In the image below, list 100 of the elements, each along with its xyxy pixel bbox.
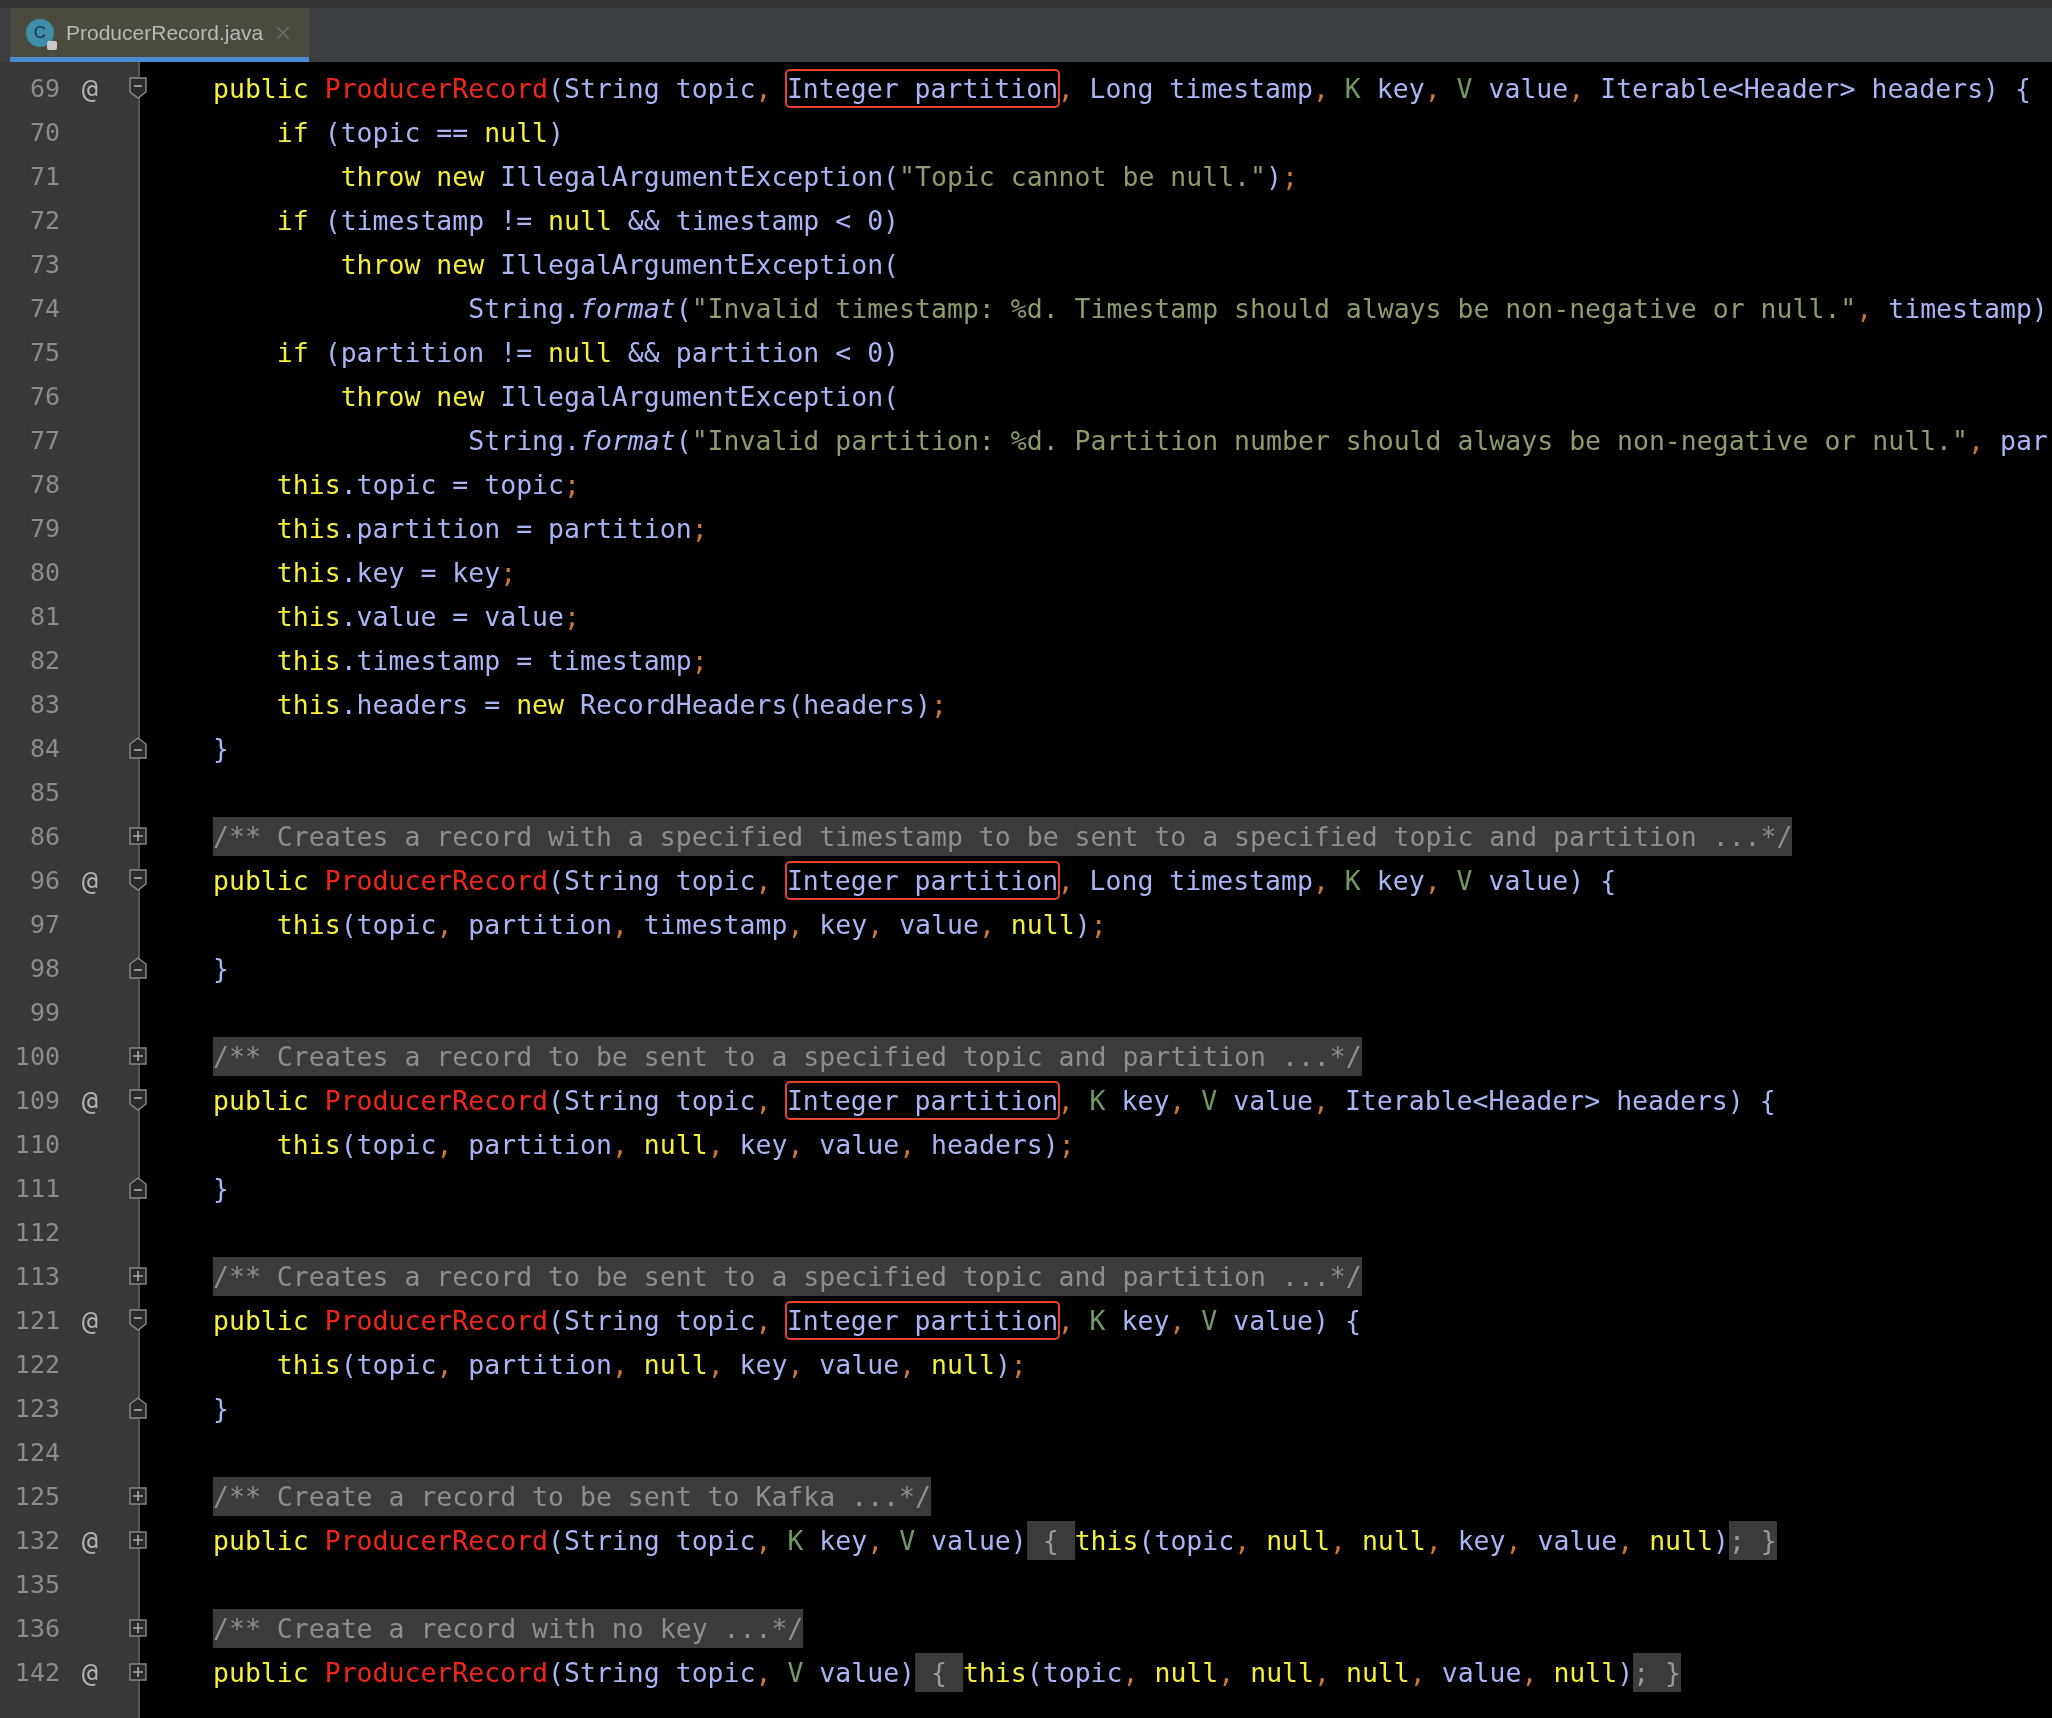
fold-icon[interactable] — [129, 1177, 147, 1199]
line-number: 84 — [28, 733, 60, 763]
line-number: 125 — [13, 1481, 60, 1511]
code-text: if (partition != null && partition < 0) — [275, 336, 900, 368]
expand-icon[interactable] — [129, 1487, 147, 1505]
line-number: 78 — [28, 469, 60, 499]
expand-icon[interactable] — [129, 827, 147, 845]
fold-icon[interactable] — [129, 737, 147, 759]
line-number: 136 — [13, 1613, 60, 1643]
code-comment: /** Create a record with no key ...*/ — [213, 1608, 804, 1648]
code-text: this.headers = new RecordHeaders(headers); — [275, 688, 947, 720]
code-text: } — [213, 1392, 229, 1424]
line-number: 142 — [13, 1657, 60, 1687]
fold-icon[interactable] — [129, 1397, 147, 1419]
expand-icon[interactable] — [129, 1619, 147, 1637]
fold-icon[interactable] — [129, 1309, 147, 1331]
line-number: 81 — [28, 601, 60, 631]
expand-icon[interactable] — [129, 1531, 147, 1549]
folded-code-marker: ; } — [1633, 1652, 1682, 1692]
expand-icon[interactable] — [129, 1047, 147, 1065]
line-number: 85 — [28, 777, 60, 807]
code-text: throw new IllegalArgumentException("Topic cannot be null."); — [339, 160, 1298, 192]
code-text: this(topic, partition, null, key, value, null); — [275, 1348, 1027, 1380]
code-text: public ProducerRecord(String topic, — [213, 1084, 773, 1116]
code-text: } — [213, 952, 229, 984]
line-number: 123 — [13, 1393, 60, 1423]
code-text: String.format("Invalid partition: %d. Partition number should always be non-negative or null.", par — [467, 424, 2048, 456]
code-text: this(topic, null, null, null, value, null) — [962, 1656, 1634, 1688]
fold-icon[interactable] — [129, 77, 147, 99]
highlight-box: Integer partition — [784, 68, 1061, 108]
code-text: } — [213, 1172, 229, 1204]
code-text: String.format("Invalid timestamp: %d. Timestamp should always be non-negative or null.", timestamp) — [467, 292, 2048, 324]
folded-code-marker: ; } — [1728, 1520, 1777, 1560]
line-number: 83 — [28, 689, 60, 719]
expand-icon[interactable] — [129, 1663, 147, 1681]
override-marker[interactable]: @ — [81, 72, 99, 104]
code-comment: /** Creates a record to be sent to a specified topic and partition ...*/ — [213, 1036, 1362, 1076]
line-number: 111 — [13, 1173, 60, 1203]
override-marker[interactable]: @ — [81, 1524, 99, 1556]
code-text: this(topic, partition, timestamp, key, value, null); — [275, 908, 1107, 940]
line-number: 69 — [28, 73, 60, 103]
line-number: 132 — [13, 1525, 60, 1555]
line-number: 73 — [28, 249, 60, 279]
line-number: 109 — [13, 1085, 60, 1115]
fold-icon[interactable] — [129, 1089, 147, 1111]
code-text: if (topic == null) — [275, 116, 565, 148]
expand-icon[interactable] — [129, 1267, 147, 1285]
override-marker[interactable]: @ — [81, 1656, 99, 1688]
code-comment: /** Creates a record with a specified timestamp to be sent to a specified topic and partition ...*/ — [213, 816, 1793, 856]
code-text: this.value = value; — [275, 600, 580, 632]
folded-code-marker: { — [915, 1652, 963, 1692]
java-class-icon: C — [26, 18, 54, 47]
line-number: 82 — [28, 645, 60, 675]
line-number: 121 — [13, 1305, 60, 1335]
folded-code-marker: { — [1026, 1520, 1075, 1560]
code-comment: /** Create a record to be sent to Kafka ...*/ — [213, 1476, 931, 1516]
code-text: public ProducerRecord(String topic, — [213, 1304, 773, 1336]
line-number: 135 — [13, 1569, 60, 1599]
code-text: public ProducerRecord(String topic, V value) — [213, 1656, 916, 1688]
code-text: throw new IllegalArgumentException( — [339, 380, 900, 412]
code-text: this.key = key; — [275, 556, 517, 588]
line-number: 124 — [13, 1437, 60, 1467]
line-number: 74 — [28, 293, 60, 323]
code-text: this(topic, null, null, key, value, null) — [1074, 1524, 1729, 1556]
override-marker[interactable]: @ — [81, 864, 99, 896]
line-number: 113 — [13, 1261, 60, 1291]
code-text: this(topic, partition, null, key, value, headers); — [275, 1128, 1075, 1160]
highlight-box: Integer partition — [784, 1080, 1061, 1120]
line-number: 100 — [13, 1041, 60, 1071]
override-marker[interactable]: @ — [81, 1084, 99, 1116]
code-text: public ProducerRecord(String topic, — [213, 72, 773, 104]
line-number: 79 — [28, 513, 60, 543]
code-text: this.topic = topic; — [275, 468, 580, 500]
code-text: if (timestamp != null && timestamp < 0) — [275, 204, 900, 236]
code-text: this.partition = partition; — [275, 512, 708, 544]
fold-icon[interactable] — [129, 957, 147, 979]
file-tab[interactable]: C ProducerRecord.java — [10, 8, 310, 62]
code-text: } — [213, 732, 229, 764]
line-number: 76 — [28, 381, 60, 411]
line-number: 96 — [28, 865, 60, 895]
line-number: 112 — [13, 1217, 60, 1247]
code-comment: /** Creates a record to be sent to a specified topic and partition ...*/ — [213, 1256, 1362, 1296]
code-text: public ProducerRecord(String topic, — [213, 864, 773, 896]
highlight-box: Integer partition — [784, 1300, 1061, 1340]
line-number: 110 — [13, 1129, 60, 1159]
line-number: 86 — [28, 821, 60, 851]
code-text: public ProducerRecord(String topic, K key, V value) — [213, 1524, 1027, 1556]
line-number: 98 — [28, 953, 60, 983]
code-text: throw new IllegalArgumentException( — [339, 248, 900, 280]
line-number: 72 — [28, 205, 60, 235]
line-number: 70 — [28, 117, 60, 147]
line-number: 97 — [28, 909, 60, 939]
line-number: 71 — [28, 161, 60, 191]
line-number: 75 — [28, 337, 60, 367]
line-number: 99 — [28, 997, 60, 1027]
line-number: 77 — [28, 425, 60, 455]
highlight-box: Integer partition — [784, 860, 1061, 900]
override-marker[interactable]: @ — [81, 1304, 99, 1336]
line-number: 122 — [13, 1349, 60, 1379]
fold-icon[interactable] — [129, 869, 147, 891]
